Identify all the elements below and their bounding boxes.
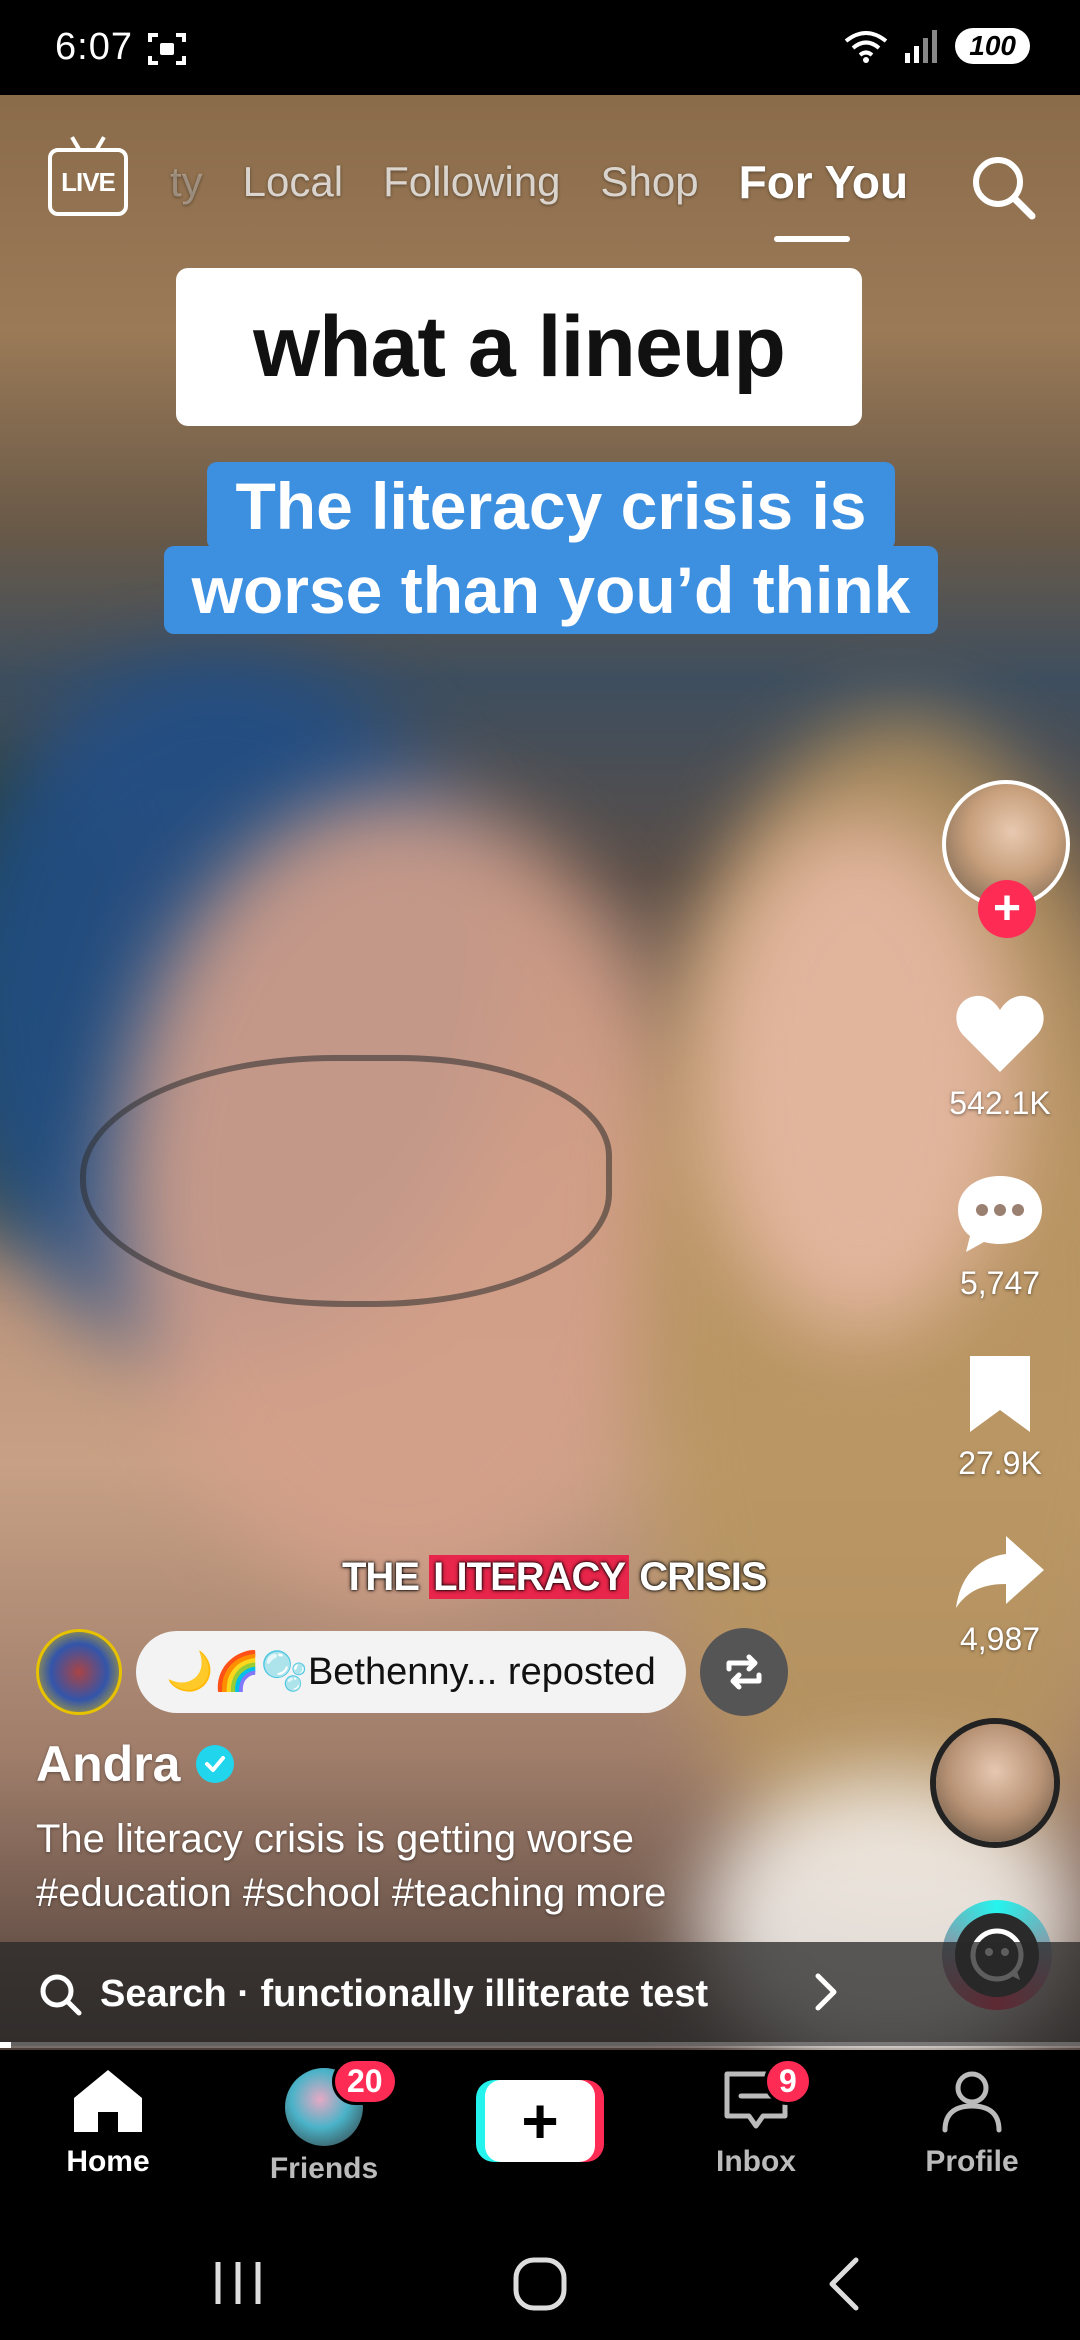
caption-line-2: worse than you’d think — [163, 546, 939, 634]
home-button-icon[interactable] — [512, 2256, 568, 2312]
live-icon[interactable]: LIVE — [48, 148, 128, 216]
repost-button[interactable] — [699, 1628, 788, 1716]
playback-progress-fill — [0, 2042, 11, 2048]
live-label: LIVE — [61, 166, 116, 197]
feed-tabs: ty Local Following Shop For You — [170, 155, 908, 209]
caption-overlay-blue: The literacy crisis is worse than you’d … — [126, 462, 976, 634]
search-suggestion-label: Search · functionally illiterate test — [100, 1972, 709, 2015]
repost-label[interactable]: 🌙🌈🫧Bethenny... reposted — [136, 1631, 686, 1713]
chevron-right-icon — [815, 1973, 837, 2011]
inbox-badge: 9 — [764, 2058, 812, 2105]
profile-icon — [942, 2071, 1002, 2133]
recent-apps-icon[interactable] — [212, 2258, 264, 2308]
like-count: 542.1K — [949, 1085, 1051, 1121]
active-tab-indicator — [774, 236, 850, 242]
tab-following[interactable]: Following — [383, 158, 560, 206]
verified-badge-icon — [196, 1745, 235, 1783]
nav-friends-label: Friends — [269, 2152, 379, 2185]
follow-button[interactable]: + — [978, 880, 1036, 938]
search-suggestion-bar[interactable]: Search · functionally illiterate test — [0, 1942, 1080, 2046]
nav-home[interactable]: Home — [28, 2068, 188, 2179]
signal-icon — [905, 30, 938, 63]
bottom-nav: Home Friends 20 + Inbox 9 Profile — [0, 2050, 1080, 2220]
video-glasses — [80, 1055, 612, 1307]
nav-home-label: Home — [66, 2145, 150, 2178]
tab-for-you[interactable]: For You — [739, 155, 909, 209]
like-action[interactable]: 542.1K — [920, 992, 1080, 1122]
status-time: 6:07 — [55, 26, 133, 68]
more-link[interactable]: more — [575, 1871, 666, 1915]
home-icon — [74, 2070, 142, 2132]
tab-shop[interactable]: Shop — [601, 158, 699, 206]
playback-progress[interactable] — [0, 2042, 1080, 2048]
create-button[interactable]: + — [476, 2080, 604, 2162]
comment-count: 5,747 — [959, 1265, 1041, 1301]
nav-friends[interactable]: Friends 20 — [244, 2058, 404, 2186]
tab-partial[interactable]: ty — [170, 158, 203, 206]
comment-action[interactable]: 5,747 — [920, 1172, 1080, 1302]
nav-inbox[interactable]: Inbox 9 — [676, 2058, 836, 2179]
bookmark-icon[interactable] — [960, 1352, 1040, 1436]
battery-indicator: 100 — [955, 28, 1030, 64]
system-nav-bar — [0, 2220, 1080, 2340]
caption-overlay-white: what a lineup — [176, 268, 862, 426]
share-icon[interactable] — [954, 1532, 1046, 1612]
screen-record-icon — [148, 33, 186, 65]
search-icon[interactable] — [970, 154, 1036, 220]
plus-icon: + — [485, 2080, 595, 2162]
wifi-icon — [845, 31, 888, 63]
description-text: The literacy crisis is getting worse — [36, 1817, 634, 1861]
nav-profile[interactable]: Profile — [892, 2068, 1052, 2179]
nav-inbox-label: Inbox — [716, 2145, 796, 2178]
back-icon[interactable] — [824, 2256, 864, 2312]
status-bar: 6:07 100 — [0, 0, 1080, 95]
share-count: 4,987 — [959, 1621, 1041, 1657]
author-name[interactable]: Andra — [36, 1735, 180, 1793]
hashtags[interactable]: #education #school #teaching — [36, 1871, 565, 1915]
tab-local[interactable]: Local — [243, 158, 343, 206]
reposter-avatar[interactable] — [36, 1629, 122, 1715]
nav-profile-label: Profile — [925, 2145, 1019, 2178]
share-action[interactable]: 4,987 — [920, 1532, 1080, 1658]
caption-line-1: The literacy crisis is — [207, 462, 895, 550]
top-nav: LIVE ty Local Following Shop For You — [0, 140, 1080, 242]
repost-icon — [726, 1654, 762, 1690]
repost-row: 🌙🌈🫧Bethenny... reposted — [36, 1628, 788, 1716]
author-row[interactable]: Andra — [36, 1735, 235, 1793]
video-description[interactable]: The literacy crisis is getting worse #ed… — [36, 1812, 896, 1920]
video-subtitle: THE LITERACY CRISIS — [342, 1555, 768, 1599]
video-subtitle-highlight: LITERACY — [429, 1555, 630, 1599]
save-count: 27.9K — [958, 1445, 1042, 1481]
heart-icon[interactable] — [954, 992, 1046, 1076]
comment-icon[interactable] — [954, 1172, 1046, 1256]
save-action[interactable]: 27.9K — [920, 1352, 1080, 1482]
friends-badge: 20 — [332, 2058, 398, 2105]
music-disc[interactable] — [930, 1718, 1060, 1848]
search-icon — [40, 1974, 82, 2016]
